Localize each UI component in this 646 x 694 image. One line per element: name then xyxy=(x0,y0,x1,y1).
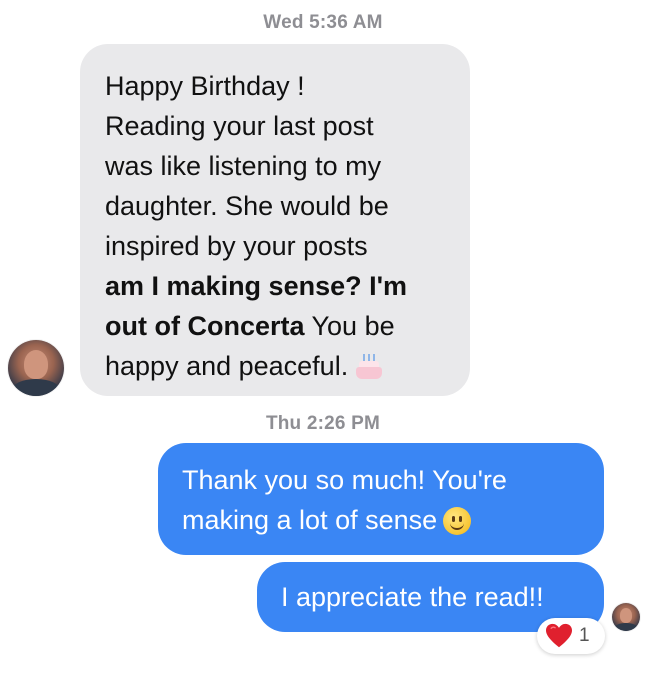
timestamp: Wed 5:36 AM xyxy=(263,12,383,33)
bold-text: am I making sense? I'm xyxy=(105,271,408,301)
message-line: Happy Birthday ! xyxy=(105,71,305,101)
message-text: happy and peaceful. xyxy=(105,351,349,381)
reaction-count: 1 xyxy=(579,625,590,646)
outgoing-message-bubble[interactable]: Thank you so much! You're making a lot o… xyxy=(158,443,604,555)
message-line: Thank you so much! You're xyxy=(182,465,507,495)
message-text: making a lot of sense xyxy=(182,505,438,535)
heart-icon xyxy=(546,623,572,648)
birthday-cake-icon xyxy=(354,351,384,381)
message-text: You be xyxy=(304,311,395,341)
message-line: out of Concerta You be xyxy=(105,306,450,346)
message-line: daughter. She would be xyxy=(105,191,389,221)
timestamp: Thu 2:26 PM xyxy=(265,413,381,434)
message-line: I appreciate the read!! xyxy=(281,582,544,612)
message-line: Reading your last post xyxy=(105,111,374,141)
bold-text: out of Concerta xyxy=(105,311,305,341)
message-line: inspired by your posts xyxy=(105,231,368,261)
smiley-face-icon xyxy=(443,507,472,535)
incoming-message-bubble[interactable]: Happy Birthday ! Reading your last post … xyxy=(80,44,470,396)
reaction-badge[interactable]: 1 xyxy=(537,618,605,654)
message-line: making a lot of sense xyxy=(182,500,584,540)
message-line: happy and peaceful. xyxy=(105,346,450,386)
sender-avatar[interactable] xyxy=(8,340,64,396)
read-receipt-avatar xyxy=(612,603,640,631)
message-line: was like listening to my xyxy=(105,151,382,181)
message-line: am I making sense? I'm xyxy=(105,266,450,306)
